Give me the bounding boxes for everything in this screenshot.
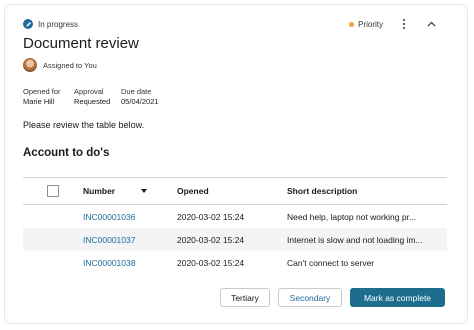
opened-cell: 2020-03-02 15:24 xyxy=(177,257,245,268)
task-card: In progress Priority Document review Ass… xyxy=(4,4,468,324)
opened-cell: 2020-03-02 15:24 xyxy=(177,234,245,245)
due-date-value: 05/04/2021 xyxy=(121,97,159,106)
page-title: Document review xyxy=(23,35,139,52)
mark-complete-button[interactable]: Mark as complete xyxy=(350,288,445,307)
table-row[interactable]: INC00001038 2020-03-02 15:24 Can't conne… xyxy=(23,251,447,274)
opened-for-value: Marie Hill xyxy=(23,97,55,106)
description-cell: Can't connect to server xyxy=(287,257,375,268)
priority-badge: Priority xyxy=(349,20,383,29)
select-all-checkbox[interactable] xyxy=(47,185,59,197)
assignee: Assigned to You xyxy=(23,58,97,72)
chevron-up-icon[interactable] xyxy=(425,18,437,30)
footer-actions: Tertiary Secondary Mark as complete xyxy=(220,288,445,307)
record-link[interactable]: INC00001038 xyxy=(83,258,135,268)
sort-down-icon[interactable] xyxy=(141,189,148,193)
meta-opened-for: Opened for Marie Hill xyxy=(23,87,61,107)
secondary-button[interactable]: Secondary xyxy=(278,288,342,307)
description-cell: Internet is slow and not loading im... xyxy=(287,234,423,245)
priority-label: Priority xyxy=(358,19,383,29)
status-indicator: In progress xyxy=(23,19,78,29)
header-actions: Priority xyxy=(349,17,437,31)
record-link[interactable]: INC00001037 xyxy=(83,235,135,245)
meta-due-date: Due date 05/04/2021 xyxy=(121,87,159,107)
description-cell: Need help, laptop not working pr... xyxy=(287,211,416,222)
meta-approval: Approval Requested xyxy=(74,87,110,107)
approval-label: Approval xyxy=(74,87,104,96)
priority-dot-icon xyxy=(349,21,355,27)
table-row[interactable]: INC00001037 2020-03-02 15:24 Internet is… xyxy=(23,228,447,251)
instructions-text: Please review the table below. xyxy=(23,120,145,130)
todo-table: Number Opened Short description INC00001… xyxy=(23,177,447,274)
opened-for-label: Opened for xyxy=(23,87,61,96)
column-number-label: Number xyxy=(83,186,116,196)
assignee-label: Assigned to You xyxy=(43,60,97,70)
select-all-cell xyxy=(23,185,83,197)
column-number[interactable]: Number xyxy=(83,186,177,196)
opened-cell: 2020-03-02 15:24 xyxy=(177,211,245,222)
approval-value: Requested xyxy=(74,97,111,106)
table-header: Number Opened Short description xyxy=(23,177,447,205)
more-options-icon[interactable] xyxy=(399,17,409,31)
section-title: Account to do's xyxy=(23,147,110,159)
avatar xyxy=(23,58,37,72)
pencil-icon xyxy=(23,19,33,29)
table-row[interactable]: INC00001036 2020-03-02 15:24 Need help, … xyxy=(23,205,447,228)
due-date-label: Due date xyxy=(121,87,152,96)
record-link[interactable]: INC00001036 xyxy=(83,212,135,222)
column-opened[interactable]: Opened xyxy=(177,186,287,196)
column-description[interactable]: Short description xyxy=(287,186,447,196)
status-label: In progress xyxy=(38,19,79,29)
tertiary-button[interactable]: Tertiary xyxy=(220,288,270,307)
